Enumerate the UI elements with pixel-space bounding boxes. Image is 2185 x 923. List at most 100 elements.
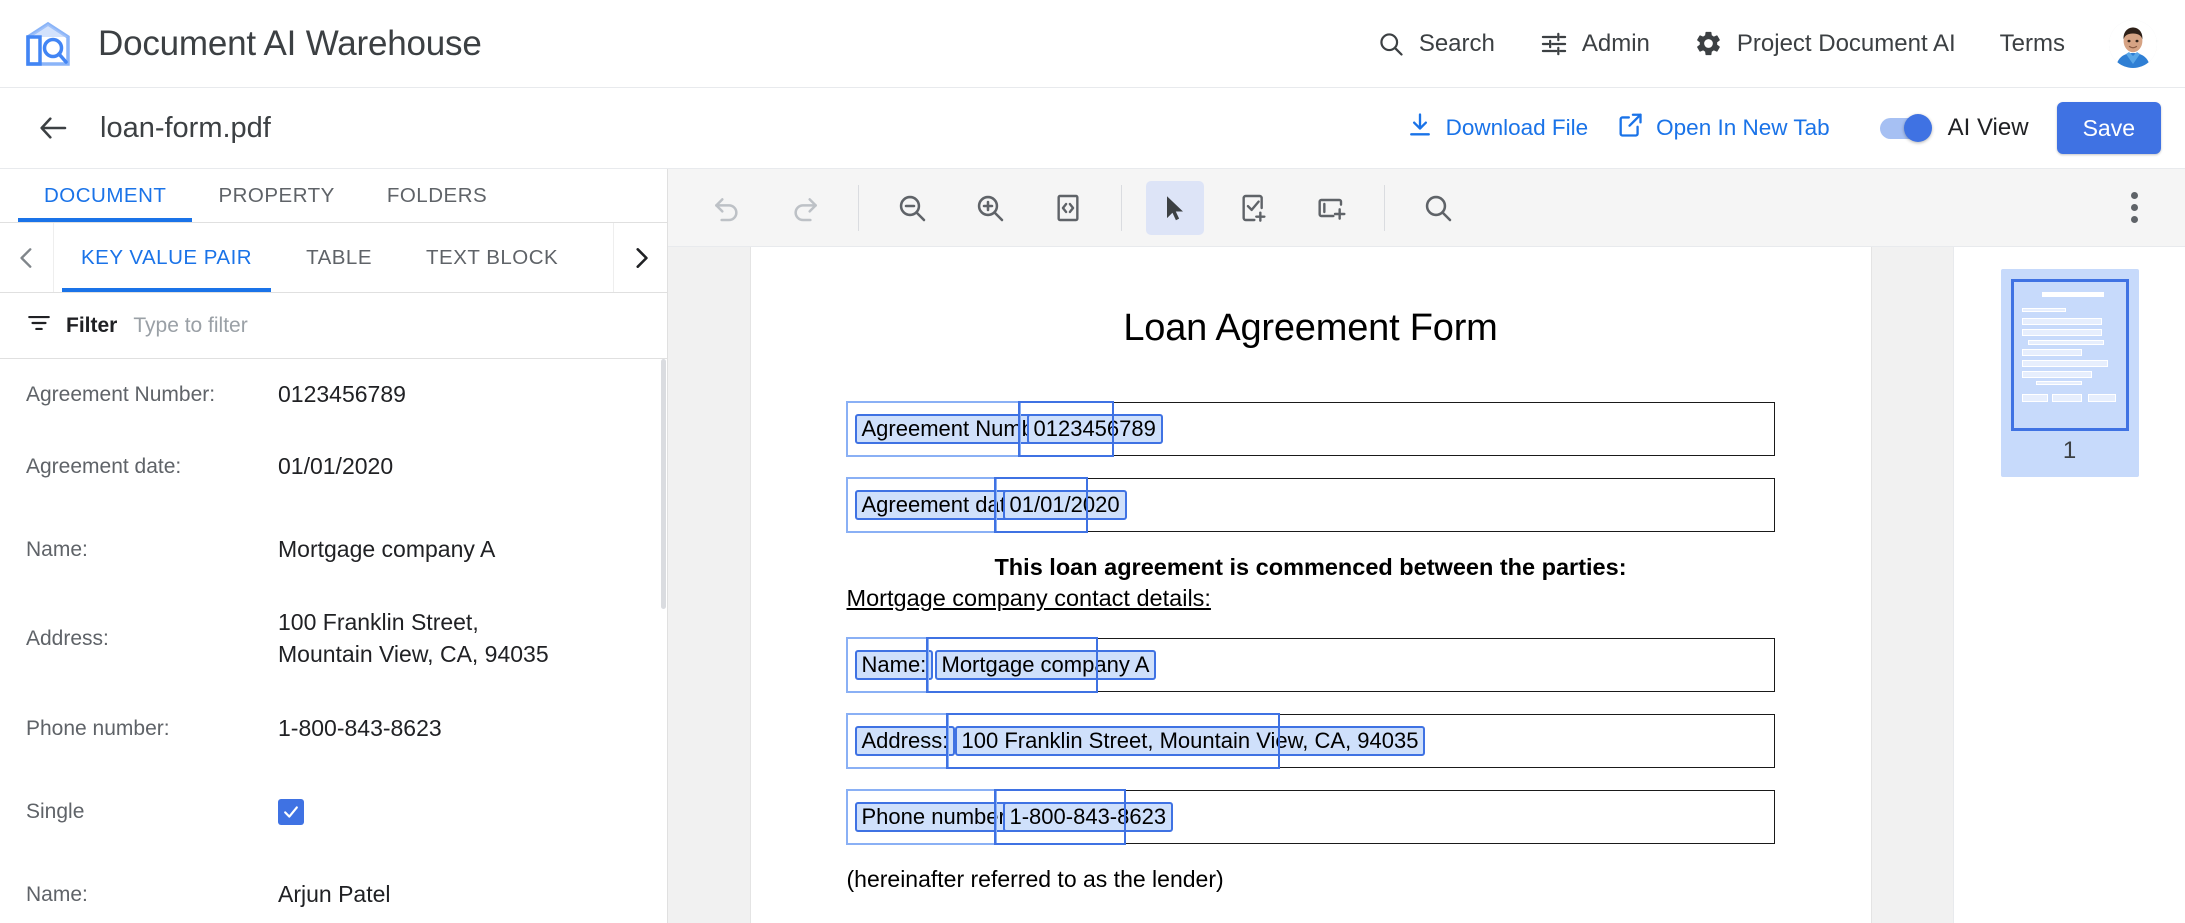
zoom-out-button[interactable]	[883, 181, 941, 235]
undo-button[interactable]	[698, 181, 756, 235]
page-scroll-area[interactable]: Loan Agreement Form Agreement Number: 01…	[668, 247, 1953, 923]
kv-key: Address:	[26, 627, 278, 651]
form-row-name[interactable]: Name: Mortgage company A	[847, 638, 1775, 692]
avatar[interactable]	[2109, 20, 2157, 68]
viewer-search-button[interactable]	[1409, 181, 1467, 235]
thumbnail-item-1[interactable]: 1	[2001, 269, 2139, 477]
list-item[interactable]: Name: Arjun Patel	[0, 853, 667, 923]
add-field-button[interactable]	[1302, 181, 1360, 235]
sub-tabs-strip: KEY VALUE PAIR TABLE TEXT BLOCK	[54, 223, 613, 292]
list-item[interactable]: Phone number: 1-800-843-8623	[0, 687, 667, 770]
single-checkbox[interactable]	[278, 799, 304, 825]
annotation-value[interactable]: 01/01/2020	[1003, 490, 1127, 521]
form-cell-value[interactable]: Mortgage company A	[928, 639, 1774, 691]
ai-view-switch[interactable]	[1880, 114, 1934, 142]
form-row-agreement-number[interactable]: Agreement Number: 0123456789	[847, 402, 1775, 456]
sub-tabs-scroll-left-button[interactable]	[0, 223, 54, 292]
form-cell-key[interactable]: Agreement date:	[848, 479, 996, 531]
form-cell-value[interactable]: 100 Franklin Street, Mountain View, CA, …	[948, 715, 1774, 767]
viewer-body: Loan Agreement Form Agreement Number: 01…	[668, 247, 2185, 923]
kv-value: 1-800-843-8623	[278, 713, 462, 745]
ai-view-toggle[interactable]: AI View	[1880, 114, 2029, 142]
save-button[interactable]: Save	[2057, 102, 2161, 154]
main-tabs: DOCUMENT PROPERTY FOLDERS	[0, 169, 667, 223]
sub-tab-text-block[interactable]: TEXT BLOCK	[399, 223, 585, 292]
document-footer-note: (hereinafter referred to as the lender)	[847, 866, 1775, 893]
kv-key: Agreement Number:	[26, 383, 278, 407]
warehouse-search-logo-icon	[22, 17, 76, 71]
annotation-value[interactable]: 100 Franklin Street, Mountain View, CA, …	[955, 726, 1426, 757]
file-header-bar: loan-form.pdf Download File Open In New …	[0, 88, 2185, 169]
add-checkbox-button[interactable]	[1224, 181, 1282, 235]
form-row-agreement-date[interactable]: Agreement date: 01/01/2020	[847, 478, 1775, 532]
document-viewer: Loan Agreement Form Agreement Number: 01…	[668, 169, 2185, 923]
code-view-button[interactable]	[1039, 181, 1097, 235]
nav-item-project-document-ai[interactable]: Project Document AI	[1672, 19, 1978, 69]
tab-folders[interactable]: FOLDERS	[361, 169, 513, 222]
sub-tab-key-value-pair[interactable]: KEY VALUE PAIR	[54, 223, 279, 292]
list-item[interactable]: Agreement date: 01/01/2020	[0, 425, 667, 508]
form-cell-value[interactable]: 1-800-843-8623	[996, 791, 1774, 843]
form-cell-value[interactable]: 01/01/2020	[996, 479, 1774, 531]
redo-button[interactable]	[776, 181, 834, 235]
nav-item-search[interactable]: Search	[1354, 19, 1517, 69]
tab-property[interactable]: PROPERTY	[192, 169, 360, 222]
brand[interactable]: Document AI Warehouse	[22, 17, 482, 71]
list-item[interactable]: Agreement Number: 0123456789	[0, 365, 667, 425]
thumbnail-page-preview	[2011, 279, 2129, 431]
toolbar-separator	[1121, 185, 1122, 231]
nav-item-terms[interactable]: Terms	[1978, 20, 2087, 68]
search-icon	[1422, 192, 1454, 224]
form-row-address[interactable]: Address: 100 Franklin Street, Mountain V…	[847, 714, 1775, 768]
app-bar: Document AI Warehouse Search Admin	[0, 0, 2185, 88]
list-item[interactable]: Single	[0, 770, 667, 853]
zoom-in-button[interactable]	[961, 181, 1019, 235]
annotation-value[interactable]: 1-800-843-8623	[1003, 802, 1174, 833]
list-item[interactable]: Address: 100 Franklin Street, Mountain V…	[0, 591, 667, 687]
annotation-key[interactable]: Phone number:	[855, 802, 1019, 833]
left-panel: DOCUMENT PROPERTY FOLDERS KEY VALUE PAIR…	[0, 169, 668, 923]
form-cell-key[interactable]: Name:	[848, 639, 928, 691]
list-item[interactable]: Name: Mortgage company A	[0, 508, 667, 591]
tab-document[interactable]: DOCUMENT	[18, 169, 192, 222]
annotation-value[interactable]: 0123456789	[1027, 414, 1163, 445]
sub-tab-table[interactable]: TABLE	[279, 223, 399, 292]
form-cell-key[interactable]: Address:	[848, 715, 948, 767]
ai-view-label: AI View	[1948, 114, 2029, 142]
annotation-key[interactable]: Address:	[855, 726, 956, 757]
open-in-new-tab-button[interactable]: Open In New Tab	[1602, 103, 1843, 153]
avatar-image	[2109, 20, 2157, 68]
redo-icon	[789, 192, 821, 224]
annotation-key[interactable]: Name:	[855, 650, 934, 681]
nav-label-admin: Admin	[1582, 30, 1650, 58]
nav-item-admin[interactable]: Admin	[1517, 19, 1672, 69]
app-title: Document AI Warehouse	[98, 24, 482, 64]
kv-key: Name:	[26, 538, 278, 562]
open-in-new-icon	[1616, 111, 1644, 145]
left-panel-scrollbar[interactable]	[660, 359, 667, 923]
zoom-out-icon	[896, 192, 928, 224]
document-title: Loan Agreement Form	[847, 307, 1775, 350]
annotation-value[interactable]: Mortgage company A	[935, 650, 1157, 681]
form-cell-value[interactable]: 0123456789	[1020, 403, 1774, 455]
form-cell-key[interactable]: Phone number:	[848, 791, 996, 843]
chevron-right-icon	[628, 245, 654, 271]
sub-tabs: KEY VALUE PAIR TABLE TEXT BLOCK	[0, 223, 667, 293]
undo-icon	[711, 192, 743, 224]
viewer-more-options-button[interactable]	[2107, 181, 2161, 235]
nav-label-search: Search	[1419, 30, 1495, 58]
kv-value: 01/01/2020	[278, 451, 413, 483]
form-cell-key[interactable]: Agreement Number:	[848, 403, 1020, 455]
toolbar-separator	[1384, 185, 1385, 231]
toolbar-separator	[858, 185, 859, 231]
back-button[interactable]	[30, 105, 76, 151]
check-icon	[281, 802, 301, 822]
sub-tabs-scroll-right-button[interactable]	[613, 223, 667, 292]
download-file-button[interactable]: Download File	[1392, 103, 1603, 153]
kv-value: Arjun Patel	[278, 879, 411, 911]
select-cursor-button[interactable]	[1146, 181, 1204, 235]
arrow-left-icon	[37, 112, 69, 144]
filter-input[interactable]	[131, 313, 641, 339]
document-page[interactable]: Loan Agreement Form Agreement Number: 01…	[751, 247, 1871, 923]
form-row-phone-number[interactable]: Phone number: 1-800-843-8623	[847, 790, 1775, 844]
